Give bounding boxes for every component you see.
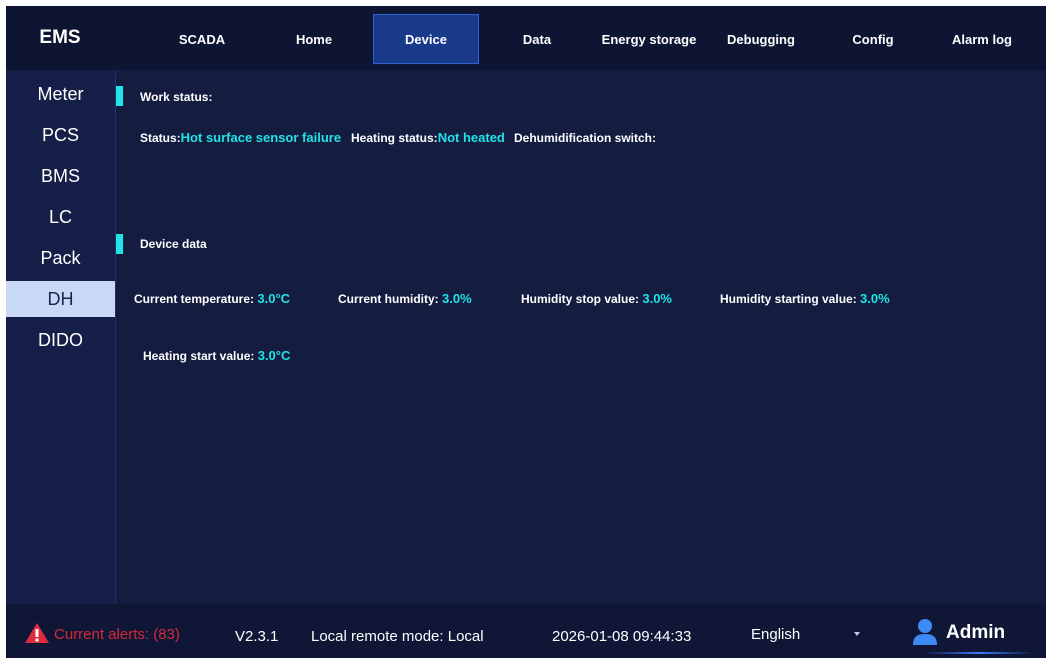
dehumidification-switch-label: Dehumidification switch:	[514, 131, 657, 145]
heating-status-field: Heating status:Not heated	[351, 130, 505, 145]
current-temperature-label: Current temperature:	[134, 292, 255, 306]
language-value: English	[751, 626, 801, 643]
current-humidity-field: Current humidity: 3.0%	[338, 291, 472, 306]
current-temperature-field: Current temperature: 3.0°C	[134, 291, 290, 306]
heating-start-label: Heating start value:	[143, 349, 255, 363]
heating-status-value: Not heated	[437, 130, 505, 145]
work-status-marker	[116, 86, 123, 106]
humidity-start-value: 3.0%	[860, 291, 890, 306]
remote-mode-text: Local remote mode: Local	[311, 628, 484, 645]
heating-status-label: Heating status:	[351, 131, 438, 145]
sidebar-item-bms[interactable]: BMS	[6, 158, 115, 194]
user-name[interactable]: Admin	[946, 622, 1005, 644]
chevron-down-icon	[854, 632, 860, 636]
tab-debugging[interactable]: Debugging	[705, 14, 817, 64]
sidebar-item-pcs[interactable]: PCS	[6, 117, 115, 153]
status-field: Status:Hot surface sensor failure	[140, 130, 341, 145]
brand-title: EMS	[39, 27, 81, 48]
current-alerts-link[interactable]: Current alerts: (83)	[54, 626, 180, 643]
version-text: V2.3.1	[235, 628, 279, 645]
humidity-start-label: Humidity starting value:	[720, 292, 857, 306]
sidebar-item-lc[interactable]: LC	[6, 199, 115, 235]
device-data-title: Device data	[140, 237, 207, 251]
top-nav-bar: EMS SCADA Home Device Data Energy storag…	[6, 6, 1046, 70]
tab-alarm-log[interactable]: Alarm log	[926, 14, 1038, 64]
current-humidity-value: 3.0%	[442, 291, 472, 306]
tab-device[interactable]: Device	[373, 14, 479, 64]
humidity-start-field: Humidity starting value: 3.0%	[720, 291, 890, 306]
current-temperature-value: 3.0°C	[257, 291, 291, 306]
tab-scada[interactable]: SCADA	[146, 14, 258, 64]
tab-home[interactable]: Home	[258, 14, 370, 64]
status-label: Status:	[140, 131, 181, 145]
sidebar-item-dido[interactable]: DIDO	[6, 322, 115, 358]
humidity-stop-field: Humidity stop value: 3.0%	[521, 291, 672, 306]
dehumidification-switch-field: Dehumidification switch:	[514, 130, 656, 145]
tab-config[interactable]: Config	[817, 14, 929, 64]
tab-energy-storage[interactable]: Energy storage	[593, 14, 705, 64]
language-select[interactable]: English	[734, 620, 866, 650]
heating-start-value: 3.0°C	[257, 348, 291, 363]
current-humidity-label: Current humidity:	[338, 292, 439, 306]
user-underline	[924, 652, 1034, 654]
humidity-stop-value: 3.0%	[642, 291, 672, 306]
sidebar-item-pack[interactable]: Pack	[6, 240, 115, 276]
sidebar-item-meter[interactable]: Meter	[6, 76, 115, 112]
tab-data[interactable]: Data	[481, 14, 593, 64]
status-value: Hot surface sensor failure	[180, 130, 342, 145]
device-data-marker	[116, 234, 123, 254]
ems-screen: EMS SCADA Home Device Data Energy storag…	[6, 6, 1046, 658]
user-icon[interactable]	[912, 618, 938, 646]
heating-start-field: Heating start value: 3.0°C	[143, 348, 290, 363]
alarm-bell-icon[interactable]	[24, 622, 50, 644]
sidebar-item-dh[interactable]: DH	[6, 281, 115, 317]
work-status-title: Work status:	[140, 90, 213, 104]
status-footer: Current alerts: (83) V2.3.1 Local remote…	[6, 604, 1046, 658]
device-sidebar: Meter PCS BMS LC Pack DH DIDO	[6, 70, 116, 604]
datetime-text: 2026-01-08 09:44:33	[552, 628, 692, 645]
humidity-stop-label: Humidity stop value:	[521, 292, 640, 306]
